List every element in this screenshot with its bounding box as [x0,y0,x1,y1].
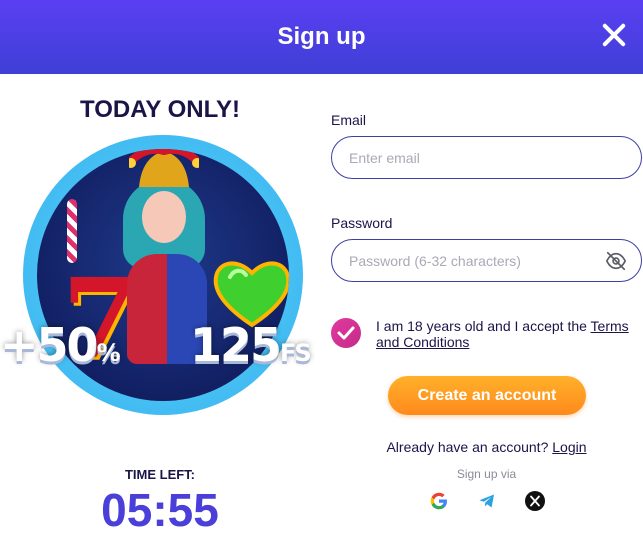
modal-title: Sign up [277,23,366,50]
free-spins: 125FS [190,318,312,372]
telegram-icon[interactable] [476,490,498,512]
countdown-timer: 05:55 [101,484,219,536]
terms-checkbox[interactable] [331,318,361,348]
password-field[interactable] [331,239,642,282]
signup-modal: Sign up TODAY ONLY! 7 +50% 125FS TIME LE… [0,0,643,541]
time-left-label: TIME LEFT: [124,467,196,482]
password-label: Password [331,215,393,231]
login-link[interactable]: Login [552,439,586,455]
close-icon[interactable] [599,20,629,50]
terms-text: I am 18 years old and I accept the Terms… [376,318,641,350]
jester-face [142,191,186,243]
create-account-button[interactable]: Create an account [388,376,586,415]
terms-statement: I am 18 years old and I accept the [376,318,591,334]
have-account-text: Already have an account? [386,439,553,455]
email-field[interactable] [331,136,642,179]
email-label: Email [331,112,367,128]
signup-via-label: Sign up via [456,467,517,481]
jester-hat-icon [129,149,199,187]
eye-slash-icon[interactable] [605,250,627,272]
x-icon[interactable] [524,490,546,512]
bonus-offer: +50% 125FS [0,318,325,374]
checkmark-icon [337,326,355,340]
have-account-prompt: Already have an account? Login [331,439,642,455]
google-icon[interactable] [428,490,450,512]
modal-header: Sign up [0,0,643,74]
promo-title: TODAY ONLY! [79,96,241,123]
bonus-percent: +50% [0,318,121,372]
candy-cane-icon [67,199,77,263]
